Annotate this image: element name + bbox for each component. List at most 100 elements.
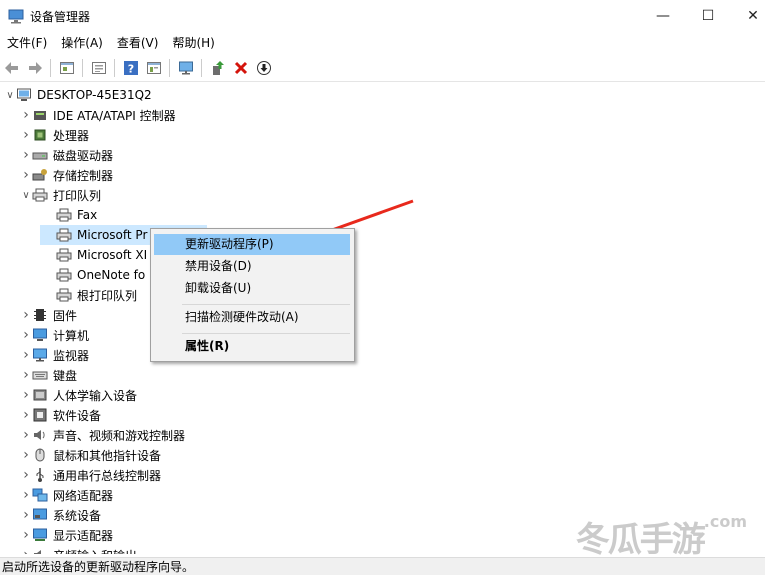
tree-category[interactable]: › 显示适配器 xyxy=(20,525,113,545)
tree-category[interactable]: › 声音、视频和游戏控制器 xyxy=(20,425,185,445)
usb-icon xyxy=(36,468,44,482)
watermark-suffix: .com xyxy=(703,512,747,531)
tree-device-label: Microsoft Pr xyxy=(77,228,148,242)
maximize-button[interactable]: ☐ xyxy=(685,0,731,32)
tree-category[interactable]: › 系统设备 xyxy=(20,505,101,525)
forward-icon[interactable] xyxy=(24,57,46,79)
show-hide-icon[interactable] xyxy=(88,57,110,79)
tree-category-label: 声音、视频和游戏控制器 xyxy=(53,428,186,443)
tree-category-label: 音频输入和输出 xyxy=(53,547,137,555)
tree-category-label: 网络适配器 xyxy=(53,488,114,503)
tree-category-label: 软件设备 xyxy=(53,408,102,423)
chevron-right-icon[interactable]: › xyxy=(20,165,32,185)
audio-io-icon xyxy=(34,550,41,554)
chevron-right-icon[interactable]: › xyxy=(20,445,32,465)
tree-category[interactable]: › 磁盘驱动器 xyxy=(20,145,113,165)
help-icon[interactable]: ? xyxy=(120,57,142,79)
properties-menu-item[interactable]: 属性(R) xyxy=(154,336,350,357)
device-manager-icon xyxy=(8,9,24,24)
chevron-right-icon[interactable]: › xyxy=(20,325,32,345)
properties-icon[interactable] xyxy=(56,57,78,79)
tree-device[interactable]: Fax xyxy=(40,205,97,225)
tree-device[interactable]: 根打印队列 xyxy=(40,285,137,305)
tree-category[interactable]: › 软件设备 xyxy=(20,405,101,425)
chevron-right-icon[interactable]: › xyxy=(20,525,32,545)
storage-controller-icon xyxy=(32,169,47,181)
uninstall-device-menu-item[interactable]: 卸载设备(U) xyxy=(154,278,350,299)
chevron-right-icon[interactable]: › xyxy=(20,405,32,425)
tree-category-label: 处理器 xyxy=(53,128,90,143)
chevron-right-icon[interactable]: › xyxy=(20,545,32,554)
chevron-right-icon[interactable]: › xyxy=(20,365,32,385)
toolbar-separator xyxy=(50,59,51,77)
window-title: 设备管理器 xyxy=(30,10,91,24)
chevron-down-icon[interactable]: ∨ xyxy=(4,85,16,105)
chevron-right-icon[interactable]: › xyxy=(20,485,32,505)
minimize-button[interactable]: — xyxy=(640,0,686,32)
download-icon[interactable] xyxy=(253,57,275,79)
tree-category[interactable]: › 固件 xyxy=(20,305,77,325)
menu-help[interactable]: 帮助(H) xyxy=(165,32,221,54)
tree-category[interactable]: › 鼠标和其他指针设备 xyxy=(20,445,161,465)
chevron-right-icon[interactable]: › xyxy=(20,345,32,365)
scan-hardware-menu-item[interactable]: 扫描检测硬件改动(A) xyxy=(154,307,350,328)
computer-root-icon xyxy=(17,88,31,101)
tree-category[interactable]: › 监视器 xyxy=(20,345,89,365)
tree-category[interactable]: › 人体学输入设备 xyxy=(20,385,137,405)
tree-category[interactable]: › 计算机 xyxy=(20,325,89,345)
chevron-right-icon[interactable]: › xyxy=(20,125,32,145)
tree-category[interactable]: › 音频输入和输出 xyxy=(20,545,137,554)
tree-category[interactable]: › 存储控制器 xyxy=(20,165,113,185)
tree-category[interactable]: › 处理器 xyxy=(20,125,89,145)
chevron-right-icon[interactable]: › xyxy=(20,425,32,445)
tree-category[interactable]: › 网络适配器 xyxy=(20,485,113,505)
printer-icon xyxy=(56,268,72,282)
printer-icon xyxy=(56,248,72,262)
tree-category[interactable]: ∨ 打印队列 xyxy=(20,185,101,205)
tree-category[interactable]: › 键盘 xyxy=(20,365,77,385)
menu-bar: 文件(F) 操作(A) 查看(V) 帮助(H) xyxy=(0,32,765,54)
details-icon[interactable] xyxy=(143,57,165,79)
menu-file[interactable]: 文件(F) xyxy=(0,32,54,54)
tree-root-label: DESKTOP-45E31Q2 xyxy=(37,88,152,102)
chevron-right-icon[interactable]: › xyxy=(20,305,32,325)
system-device-icon xyxy=(33,508,47,520)
tree-category[interactable]: › IDE ATA/ATAPI 控制器 xyxy=(20,105,175,125)
disable-device-menu-item[interactable]: 禁用设备(D) xyxy=(154,256,350,277)
chevron-right-icon[interactable]: › xyxy=(20,385,32,405)
chevron-down-icon[interactable]: ∨ xyxy=(20,185,32,205)
tree-category-label: 系统设备 xyxy=(53,508,102,523)
monitor-icon[interactable] xyxy=(175,57,197,79)
tree-device[interactable]: Microsoft XI xyxy=(40,245,147,265)
chevron-right-icon[interactable]: › xyxy=(20,465,32,485)
watermark-text: 冬瓜手游 xyxy=(575,520,706,560)
uninstall-icon[interactable] xyxy=(230,57,252,79)
monitor-icon xyxy=(33,348,47,362)
tree-root[interactable]: ∨ DESKTOP-45E31Q2 xyxy=(4,85,152,105)
display-adapter-icon xyxy=(33,528,47,541)
back-icon[interactable] xyxy=(1,57,23,79)
menu-separator xyxy=(182,333,350,334)
tree-category-label: 计算机 xyxy=(53,328,90,343)
tree-category-label: 存储控制器 xyxy=(53,168,114,183)
network-adapter-icon xyxy=(32,488,48,502)
computer-icon xyxy=(33,328,47,341)
tree-category[interactable]: › 通用串行总线控制器 xyxy=(20,465,161,485)
update-driver-icon[interactable] xyxy=(207,57,229,79)
chevron-right-icon[interactable]: › xyxy=(20,505,32,525)
processor-icon xyxy=(34,129,46,141)
chevron-right-icon[interactable]: › xyxy=(20,145,32,165)
close-button[interactable]: ✕ xyxy=(730,0,765,32)
toolbar-separator xyxy=(201,59,202,77)
chevron-right-icon[interactable]: › xyxy=(20,105,32,125)
menu-action[interactable]: 操作(A) xyxy=(54,32,110,54)
menu-separator xyxy=(182,304,350,305)
menu-view[interactable]: 查看(V) xyxy=(110,32,166,54)
update-driver-menu-item[interactable]: 更新驱动程序(P) xyxy=(154,234,350,255)
svg-text:?: ? xyxy=(128,63,134,76)
tree-category-label: 固件 xyxy=(53,308,78,323)
toolbar: ? xyxy=(0,55,765,82)
firmware-icon xyxy=(34,309,46,321)
tree-device[interactable]: OneNote fo xyxy=(40,265,145,285)
printer-icon xyxy=(56,288,72,302)
